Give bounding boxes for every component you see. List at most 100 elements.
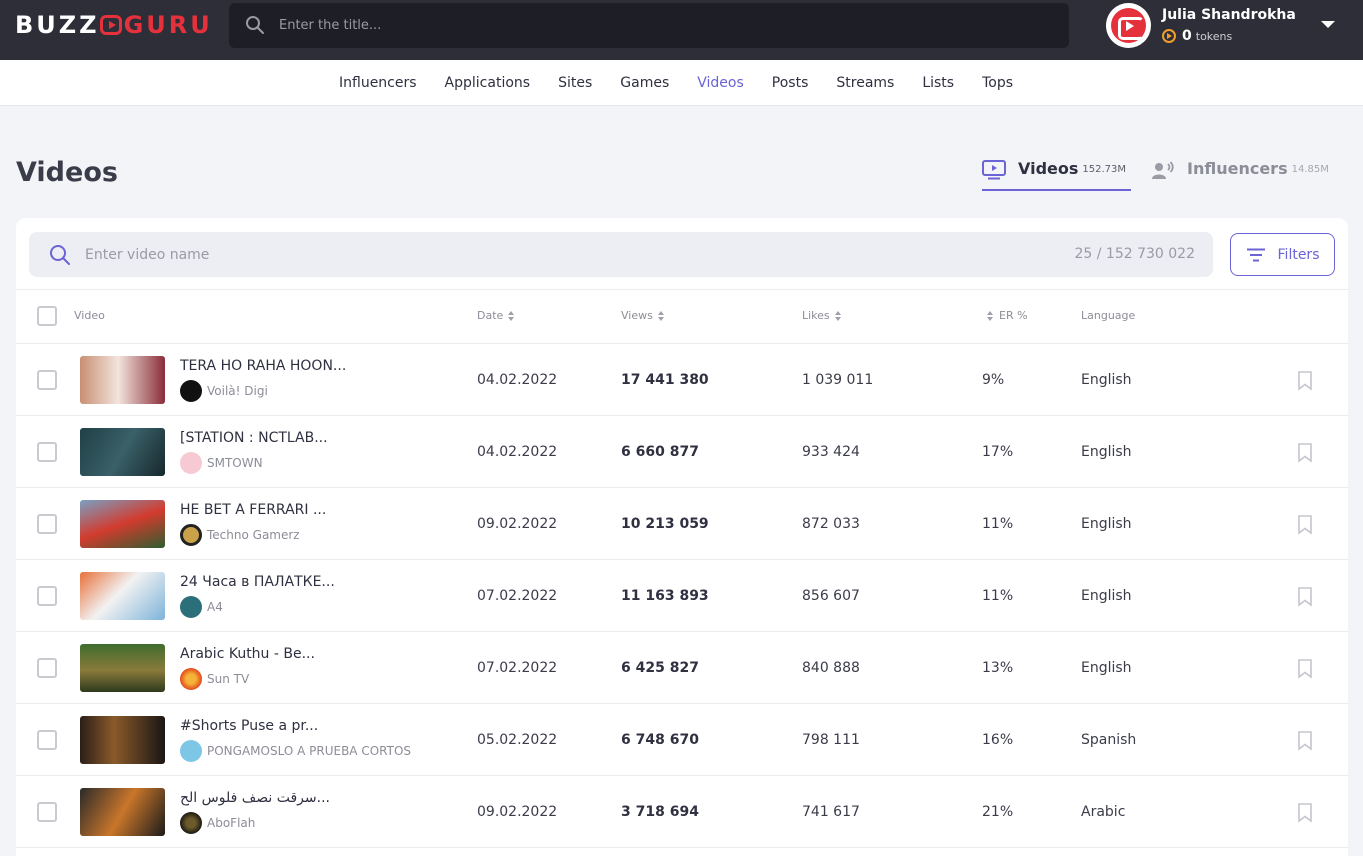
channel[interactable]: Voilà! Digi	[180, 380, 268, 402]
row-checkbox[interactable]	[37, 802, 57, 822]
tab-influencers-count: 14.85M	[1291, 164, 1329, 175]
bookmark-icon[interactable]	[1297, 731, 1313, 751]
tab-videos[interactable]: Videos 152.73M	[982, 155, 1131, 191]
global-search	[229, 3, 1069, 48]
nav-item-posts[interactable]: Posts	[772, 75, 809, 91]
filters-button[interactable]: Filters	[1230, 233, 1335, 276]
video-thumbnail[interactable]	[80, 572, 165, 620]
video-language: Arabic	[1081, 804, 1126, 820]
global-search-input[interactable]	[279, 3, 1039, 48]
table-row[interactable]: HE BET A FERRARI ... Techno Gamerz 09.02…	[16, 488, 1348, 560]
video-language: English	[1081, 660, 1132, 676]
row-checkbox[interactable]	[37, 370, 57, 390]
nav-item-sites[interactable]: Sites	[558, 75, 592, 91]
channel[interactable]: SMTOWN	[180, 452, 263, 474]
bookmark-icon[interactable]	[1297, 659, 1313, 679]
table-row[interactable]: 24 Часа в ПАЛАТКЕ... A4 07.02.2022 11 16…	[16, 560, 1348, 632]
nav-item-applications[interactable]: Applications	[445, 75, 531, 91]
video-language: English	[1081, 588, 1132, 604]
video-er: 11%	[982, 516, 1014, 532]
filter-lines-icon	[1246, 248, 1265, 261]
video-screen-icon	[982, 160, 1006, 180]
video-language: English	[1081, 516, 1132, 532]
column-language-label: Language	[1081, 309, 1136, 322]
sort-icon	[508, 310, 515, 321]
video-er: 17%	[982, 444, 1014, 460]
table-row[interactable]: [STATION : NCTLAB... SMTOWN 04.02.2022 6…	[16, 416, 1348, 488]
channel[interactable]: Sun TV	[180, 668, 249, 690]
user-avatar[interactable]	[1106, 3, 1151, 48]
table-row[interactable]: TERA HO RAHA HOON... Voilà! Digi 04.02.2…	[16, 344, 1348, 416]
main-nav: Influencers Applications Sites Games Vid…	[0, 60, 1363, 106]
video-thumbnail[interactable]	[80, 644, 165, 692]
video-likes: 933 424	[802, 444, 860, 460]
tab-influencers[interactable]: Influencers 14.85M	[1151, 155, 1331, 191]
bookmark-icon[interactable]	[1297, 371, 1313, 391]
video-title[interactable]: Arabic Kuthu - Be...	[180, 646, 315, 662]
nav-item-streams[interactable]: Streams	[836, 75, 894, 91]
column-er-label: ER %	[999, 309, 1028, 322]
tab-influencers-label: Influencers	[1187, 159, 1288, 178]
bookmark-icon[interactable]	[1297, 587, 1313, 607]
nav-item-lists[interactable]: Lists	[922, 75, 954, 91]
channel[interactable]: PONGAMOSLO A PRUEBA CORTOS	[180, 740, 411, 762]
nav-item-influencers[interactable]: Influencers	[339, 75, 417, 91]
video-thumbnail[interactable]	[80, 500, 165, 548]
video-date: 09.02.2022	[477, 804, 558, 820]
column-er[interactable]: ER %	[987, 309, 1028, 322]
table-row[interactable]: سرقت نصف فلوس الح... AboFlah 09.02.2022 …	[16, 776, 1348, 848]
column-views[interactable]: Views	[621, 309, 665, 322]
video-likes: 856 607	[802, 588, 860, 604]
nav-item-games[interactable]: Games	[620, 75, 669, 91]
channel[interactable]: Techno Gamerz	[180, 524, 300, 546]
video-title[interactable]: HE BET A FERRARI ...	[180, 502, 326, 518]
video-title[interactable]: [STATION : NCTLAB...	[180, 430, 328, 446]
video-views: 17 441 380	[621, 372, 709, 388]
video-language: Spanish	[1081, 732, 1137, 748]
video-views: 11 163 893	[621, 588, 709, 604]
row-checkbox[interactable]	[37, 730, 57, 750]
video-er: 9%	[982, 372, 1005, 388]
video-thumbnail[interactable]	[80, 428, 165, 476]
video-likes: 840 888	[802, 660, 860, 676]
table-row[interactable]: #Shorts Puse a pr... PONGAMOSLO A PRUEBA…	[16, 704, 1348, 776]
channel-avatar	[180, 740, 202, 762]
bookmark-icon[interactable]	[1297, 515, 1313, 535]
nav-item-tops[interactable]: Tops	[982, 75, 1013, 91]
select-all-checkbox[interactable]	[37, 306, 57, 326]
column-date[interactable]: Date	[477, 309, 515, 322]
chevron-down-icon[interactable]	[1321, 21, 1335, 28]
video-title[interactable]: #Shorts Puse a pr...	[180, 718, 318, 734]
video-er: 13%	[982, 660, 1014, 676]
user-name: Julia Shandrokha	[1162, 7, 1296, 23]
row-checkbox[interactable]	[37, 658, 57, 678]
channel[interactable]: AboFlah	[180, 812, 255, 834]
buzzguru-logo[interactable]: BUZZ GURU	[15, 11, 213, 39]
row-checkbox[interactable]	[37, 442, 57, 462]
channel-name: A4	[207, 600, 223, 614]
nav-item-videos[interactable]: Videos	[697, 75, 744, 91]
video-title[interactable]: 24 Часа в ПАЛАТКЕ...	[180, 574, 335, 590]
column-video: Video	[74, 309, 105, 322]
video-search-input[interactable]	[85, 232, 985, 277]
column-likes[interactable]: Likes	[802, 309, 842, 322]
channel-name: AboFlah	[207, 816, 256, 830]
table-row[interactable]: Arabic Kuthu - Be... Sun TV 07.02.2022 6…	[16, 632, 1348, 704]
channel-avatar	[180, 812, 202, 834]
video-title[interactable]: TERA HO RAHA HOON...	[180, 358, 346, 374]
bookmark-icon[interactable]	[1297, 803, 1313, 823]
channel-name: PONGAMOSLO A PRUEBA CORTOS	[207, 744, 411, 758]
video-thumbnail[interactable]	[80, 716, 165, 764]
video-views: 6 660 877	[621, 444, 699, 460]
logo-play-mark-icon	[99, 15, 122, 35]
video-thumbnail[interactable]	[80, 788, 165, 836]
tab-videos-count: 152.73M	[1082, 164, 1127, 175]
video-thumbnail[interactable]	[80, 356, 165, 404]
video-title[interactable]: سرقت نصف فلوس الح...	[180, 790, 330, 806]
row-checkbox[interactable]	[37, 514, 57, 534]
user-menu[interactable]: Julia Shandrokha 0 tokens	[1106, 3, 1356, 49]
bookmark-icon[interactable]	[1297, 443, 1313, 463]
row-checkbox[interactable]	[37, 586, 57, 606]
video-likes: 741 617	[802, 804, 860, 820]
channel[interactable]: A4	[180, 596, 223, 618]
